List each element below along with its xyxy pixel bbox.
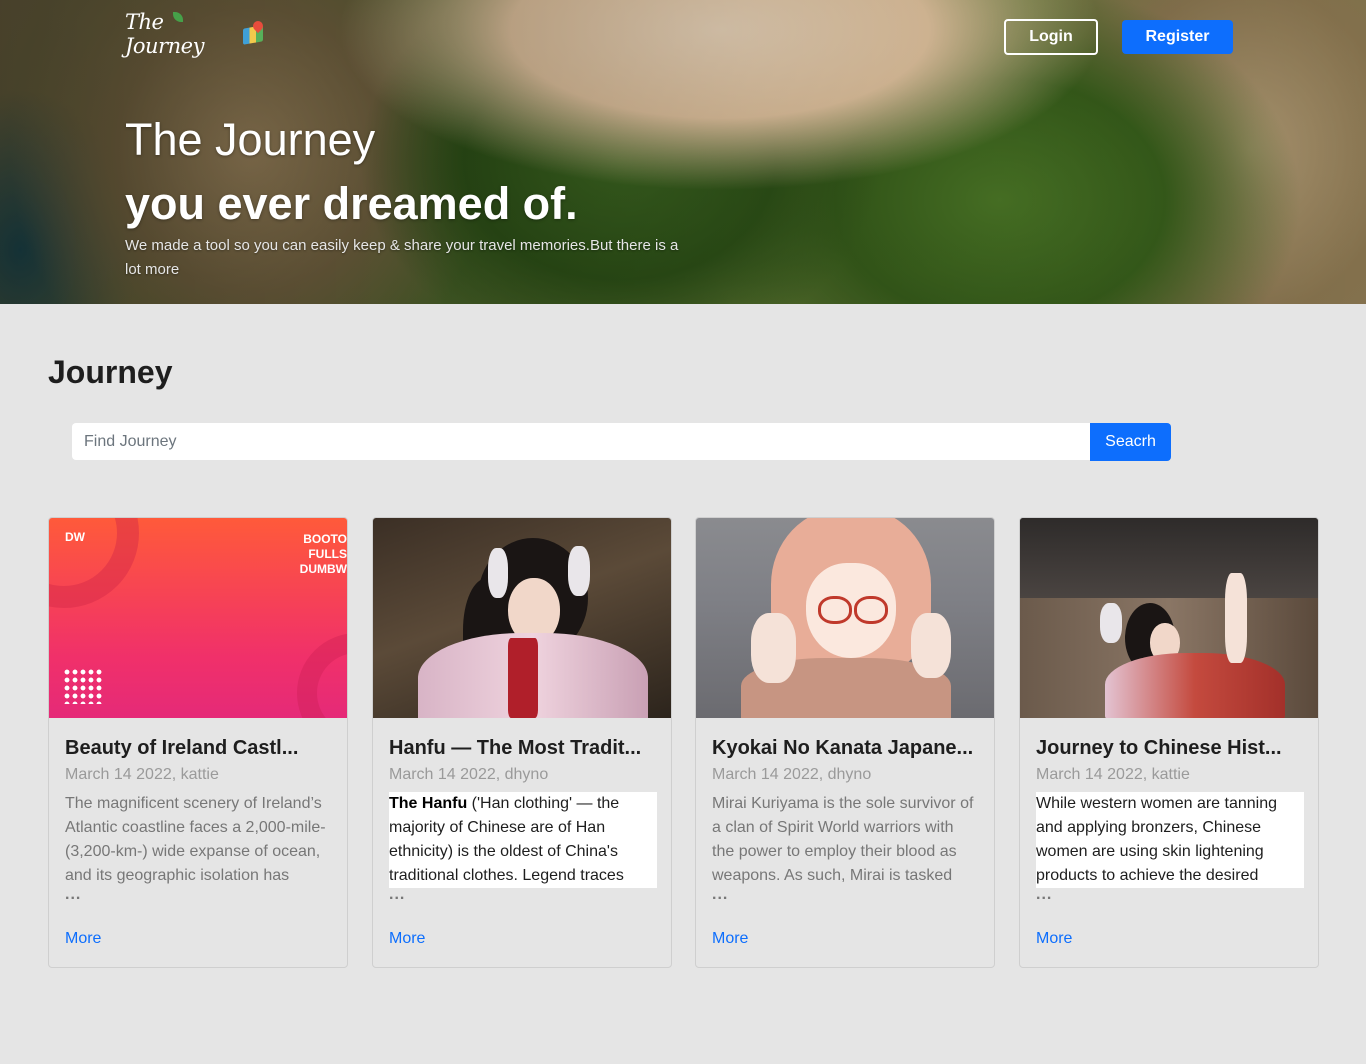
hero-subtitle: We made a tool so you can easily keep & … bbox=[125, 237, 679, 278]
register-button[interactable]: Register bbox=[1122, 20, 1233, 54]
card-image[interactable] bbox=[1020, 518, 1318, 718]
card-title[interactable]: Beauty of Ireland Castl... bbox=[65, 734, 333, 762]
card-meta: March 14 2022, kattie bbox=[65, 766, 219, 783]
image-overlay-text: BOOTO FULLS DUMBW bbox=[299, 532, 347, 576]
card-description: While western women are tanning and appl… bbox=[1036, 792, 1304, 888]
card-ellipsis: ... bbox=[1036, 886, 1053, 903]
hero-title-line1: The Journey bbox=[125, 114, 376, 165]
section-title: Journey bbox=[48, 354, 173, 390]
card-title[interactable]: Journey to Chinese Hist... bbox=[1036, 734, 1304, 762]
map-pin-icon bbox=[241, 18, 266, 47]
card-ellipsis: ... bbox=[65, 886, 82, 903]
search-input[interactable] bbox=[72, 423, 1090, 460]
search-button[interactable]: Seacrh bbox=[1090, 423, 1171, 461]
hero-title-line2: you ever dreamed of. bbox=[125, 178, 578, 229]
dot-grid-decoration bbox=[63, 668, 103, 704]
card-image[interactable] bbox=[373, 518, 671, 718]
card-description-bold: The Hanfu bbox=[389, 795, 468, 812]
card-meta: March 14 2022, dhyno bbox=[389, 766, 549, 783]
card-description: The Hanfu ('Han clothing' — the majority… bbox=[389, 792, 657, 888]
card-title[interactable]: Hanfu — The Most Tradit... bbox=[389, 734, 657, 762]
card-image[interactable] bbox=[696, 518, 994, 718]
card-title[interactable]: Kyokai No Kanata Japane... bbox=[712, 734, 980, 762]
card-description: The magnificent scenery of Ireland’s Atl… bbox=[65, 795, 326, 884]
more-link[interactable]: More bbox=[65, 930, 101, 948]
more-link[interactable]: More bbox=[389, 930, 425, 948]
journey-card: DW BOOTO FULLS DUMBW Beauty of Ireland C… bbox=[48, 517, 348, 968]
more-link[interactable]: More bbox=[1036, 930, 1072, 948]
card-image[interactable]: DW BOOTO FULLS DUMBW bbox=[49, 518, 347, 718]
more-link[interactable]: More bbox=[712, 930, 748, 948]
card-ellipsis: ... bbox=[389, 886, 406, 903]
journey-card: Hanfu — The Most Tradit... March 14 2022… bbox=[372, 517, 672, 968]
card-ellipsis: ... bbox=[712, 886, 729, 903]
hero-title: The Journey you ever dreamed of. bbox=[125, 108, 578, 236]
image-brand-text: DW bbox=[65, 530, 85, 544]
journey-card: Kyokai No Kanata Japane... March 14 2022… bbox=[695, 517, 995, 968]
journey-card: Journey to Chinese Hist... March 14 2022… bbox=[1019, 517, 1319, 968]
card-meta: March 14 2022, kattie bbox=[1036, 766, 1190, 783]
brand-logo[interactable]: The Journey bbox=[125, 10, 266, 58]
hero-banner: The Journey Login Register The Journey y… bbox=[0, 0, 1366, 304]
card-description: Mirai Kuriyama is the sole survivor of a… bbox=[712, 795, 974, 884]
login-button[interactable]: Login bbox=[1004, 19, 1098, 55]
card-meta: March 14 2022, dhyno bbox=[712, 766, 872, 783]
